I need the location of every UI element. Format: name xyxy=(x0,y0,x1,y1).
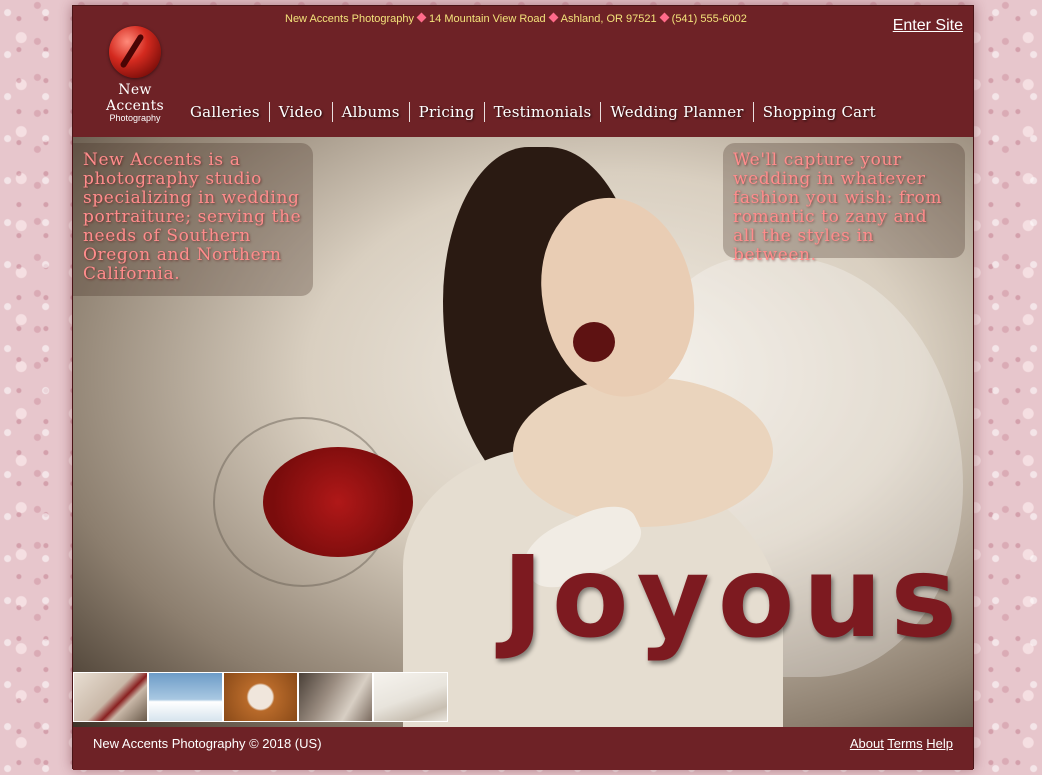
couple-leaves-thumbnail[interactable] xyxy=(223,672,298,722)
rose-bouquet-shape xyxy=(263,447,413,557)
bride-lounging-thumbnail[interactable] xyxy=(373,672,448,722)
city-address: Ashland, OR 97521 xyxy=(560,13,657,25)
footer-about-link[interactable]: About xyxy=(850,736,884,751)
phone-number: (541) 555-6002 xyxy=(671,13,747,25)
footer-links: About Terms Help xyxy=(850,736,953,751)
contact-info-bar: New Accents Photography 14 Mountain View … xyxy=(285,12,747,25)
bride-bouquet-thumbnail[interactable] xyxy=(73,672,148,722)
nav-testimonials[interactable]: Testimonials xyxy=(485,103,601,121)
logo-mark-icon xyxy=(109,26,161,78)
thumbnail-strip xyxy=(73,672,448,722)
studio-name: New Accents Photography xyxy=(285,13,415,25)
hero-photo: New Accents is a photography studio spec… xyxy=(73,137,973,727)
shoulder-shape xyxy=(513,377,773,527)
nav-galleries[interactable]: Galleries xyxy=(181,103,269,121)
diamond-separator-icon xyxy=(659,12,670,23)
smile-shape xyxy=(573,322,615,362)
nav-divider xyxy=(483,102,485,122)
nav-pricing[interactable]: Pricing xyxy=(410,103,484,121)
nav-divider xyxy=(268,102,270,122)
nav-shopping-cart[interactable]: Shopping Cart xyxy=(754,103,885,121)
nav-video[interactable]: Video xyxy=(270,103,332,121)
logo-name: New Accents xyxy=(105,82,164,114)
couple-railing-thumbnail[interactable] xyxy=(148,672,223,722)
page-frame: New Accents Photography 14 Mountain View … xyxy=(72,5,974,770)
hero-headline: Joyous xyxy=(502,533,965,663)
logo-subtitle: Photography xyxy=(109,113,161,123)
footer: New Accents Photography © 2018 (US) Abou… xyxy=(73,727,973,770)
nav-wedding-planner[interactable]: Wedding Planner xyxy=(601,103,752,121)
nav-albums[interactable]: Albums xyxy=(333,103,409,121)
logo[interactable]: New Accents Photography xyxy=(87,26,183,123)
couple-embrace-thumbnail[interactable] xyxy=(298,672,373,722)
footer-help-link[interactable]: Help xyxy=(926,736,953,751)
enter-site-link[interactable]: Enter Site xyxy=(893,17,963,35)
copyright-text: New Accents Photography © 2018 (US) xyxy=(93,736,322,751)
nav-divider xyxy=(600,102,602,122)
nav-divider xyxy=(331,102,333,122)
diamond-separator-icon xyxy=(416,12,427,23)
header: New Accents Photography 14 Mountain View … xyxy=(73,6,973,137)
diamond-separator-icon xyxy=(548,12,559,23)
main-nav: Galleries Video Albums Pricing Testimoni… xyxy=(181,102,885,122)
intro-text: New Accents is a photography studio spec… xyxy=(73,143,313,296)
footer-terms-link[interactable]: Terms xyxy=(887,736,922,751)
street-address: 14 Mountain View Road xyxy=(429,13,546,25)
tagline-text: We'll capture your wedding in whatever f… xyxy=(723,143,965,265)
nav-divider xyxy=(752,102,754,122)
nav-divider xyxy=(408,102,410,122)
